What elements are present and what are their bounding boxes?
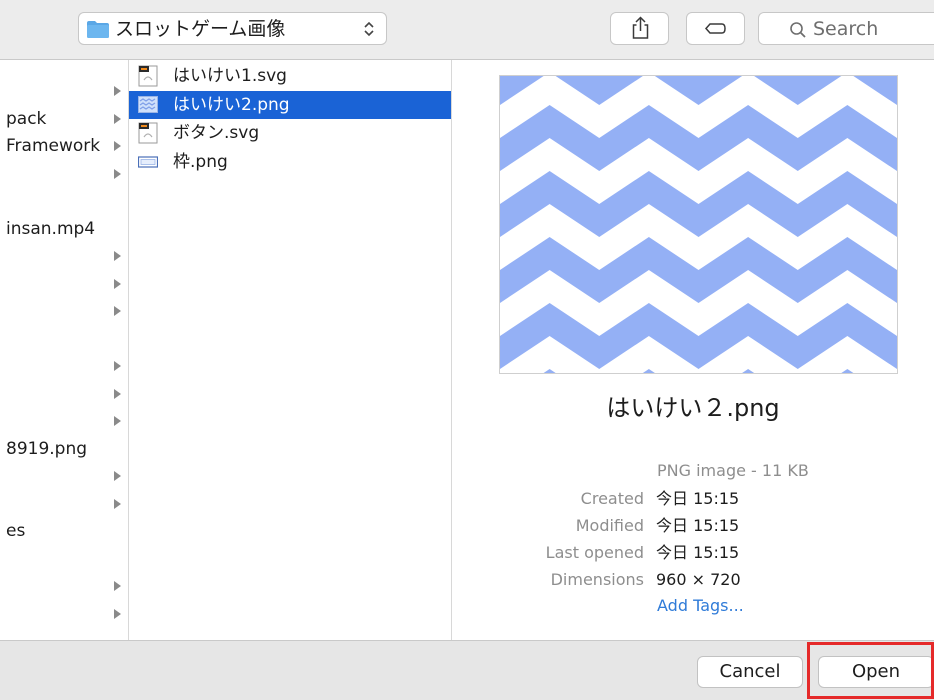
file-name-label: ボタン.svg [173,123,260,143]
share-icon [632,16,649,39]
open-button-highlight [807,642,934,699]
svg-file-icon [138,65,158,87]
file-list-column[interactable]: はいけい1.svg はいけい2.png ボタン.svg 枠.png [129,60,452,640]
meta-created-value: 今日 15:15 [656,489,740,508]
disclosure-arrow-icon[interactable] [114,581,121,591]
meta-created-label: Created [580,489,644,508]
folder-column-item[interactable] [0,601,128,627]
meta-last-opened-value: 今日 15:15 [656,543,740,562]
folder-column-item[interactable] [0,491,128,517]
png-image-icon [138,95,158,113]
disclosure-arrow-icon[interactable] [114,388,121,399]
location-popup[interactable]: スロットゲーム画像 [78,12,387,45]
meta-modified-value: 今日 15:15 [656,516,740,535]
disclosure-arrow-icon[interactable] [114,361,121,371]
zigzag-pattern-image [500,39,934,435]
folder-column-item[interactable] [0,546,128,572]
folder-column-item[interactable] [0,271,128,297]
folder-column-item[interactable]: insan.mp4 [0,216,128,242]
dialog-button-bar: Cancel Open [0,640,934,700]
folder-column-item[interactable] [0,161,128,187]
file-kind-size: PNG image - 11 KB [657,461,809,480]
folder-column-item[interactable] [0,408,128,434]
folder-column-item[interactable]: 8919.png [0,436,128,462]
disclosure-arrow-icon[interactable] [114,498,121,509]
add-tags-link[interactable]: Add Tags... [657,596,744,616]
folder-column-item[interactable]: pack [0,106,128,132]
file-name-label: はいけい2.png [173,94,290,115]
file-row[interactable]: ボタン.svg [129,119,451,147]
folder-column-item[interactable] [0,78,128,104]
folder-column-item[interactable] [0,298,128,324]
search-placeholder: Search [813,18,879,40]
folder-column-item[interactable] [0,353,128,379]
meta-last-opened-label: Last opened [545,543,644,562]
meta-dimensions-value: 960 × 720 [656,570,741,589]
folder-column-item[interactable] [0,381,128,407]
location-label: スロットゲーム画像 [115,18,286,40]
png-frame-icon [138,155,158,168]
folder-column-item[interactable] [0,188,128,214]
folder-column-item[interactable] [0,573,128,599]
folder-column-item[interactable]: es [0,518,128,544]
svg-file-icon [138,122,158,144]
file-row[interactable]: はいけい2.png [129,90,451,119]
disclosure-arrow-icon[interactable] [114,86,121,96]
file-row[interactable]: はいけい1.svg [129,62,451,90]
search-field[interactable]: Search [758,12,934,45]
folder-column-item[interactable] [0,463,128,489]
folder-icon [87,21,109,38]
preview-pane: はいけい２.png PNG image - 11 KB Created 今日 1… [452,39,934,640]
folder-column-item-label: insan.mp4 [6,218,96,239]
preview-file-name: はいけい２.png [606,394,780,422]
folder-column-item[interactable] [0,243,128,269]
disclosure-arrow-icon[interactable] [114,168,121,179]
folder-column-item[interactable]: Framework [0,133,128,159]
parent-folder-column[interactable]: pack Framework insan.mp4 8919.png es [0,60,129,640]
tag-icon [704,23,726,34]
file-row[interactable]: 枠.png [129,148,451,176]
file-name-label: はいけい1.svg [173,66,287,86]
share-button[interactable] [610,12,669,45]
chevron-updown-icon [364,21,374,37]
disclosure-arrow-icon[interactable] [114,471,121,481]
file-browser: pack Framework insan.mp4 8919.png es はいけい1.s… [0,39,934,640]
folder-column-item-label: es [6,521,26,541]
disclosure-arrow-icon[interactable] [114,141,121,151]
disclosure-arrow-icon[interactable] [114,306,121,316]
folder-column-item-label: pack [6,108,47,129]
disclosure-arrow-icon[interactable] [114,278,121,289]
disclosure-arrow-icon[interactable] [114,416,121,426]
meta-modified-label: Modified [575,516,644,535]
disclosure-arrow-icon[interactable] [114,608,121,619]
meta-dimensions-label: Dimensions [550,570,644,589]
file-name-label: 枠.png [173,151,228,172]
image-thumbnail [499,39,934,435]
folder-column-item-label: Framework [6,136,101,156]
search-icon [790,22,806,38]
cancel-button[interactable]: Cancel [697,656,803,688]
folder-column-item[interactable] [0,326,128,352]
disclosure-arrow-icon[interactable] [114,113,121,124]
folder-column-item-label: 8919.png [6,438,88,459]
disclosure-arrow-icon[interactable] [114,251,121,261]
tag-button[interactable] [686,12,745,45]
toolbar: スロットゲーム画像 Search [0,0,934,60]
